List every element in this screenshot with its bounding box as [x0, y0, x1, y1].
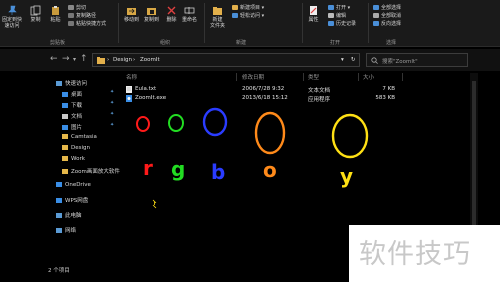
item-count: 2 个项目 [48, 268, 70, 274]
yellow-circle-annotation [331, 113, 369, 159]
green-circle-annotation [168, 114, 184, 132]
annotation-letter-g: g [171, 157, 186, 181]
annotation-letter-o: o [263, 158, 277, 182]
status-bar: 2 个项目 [48, 266, 348, 276]
annotation-letter-y: y [340, 164, 354, 188]
red-circle-annotation [136, 116, 150, 132]
blue-circle-annotation [202, 107, 228, 137]
cursor-icon [152, 199, 157, 209]
watermark-text: 软件技巧 [359, 239, 471, 270]
annotation-letter-b: b [211, 160, 226, 184]
annotation-letter-r: r [143, 156, 153, 180]
orange-circle-annotation [254, 111, 286, 155]
